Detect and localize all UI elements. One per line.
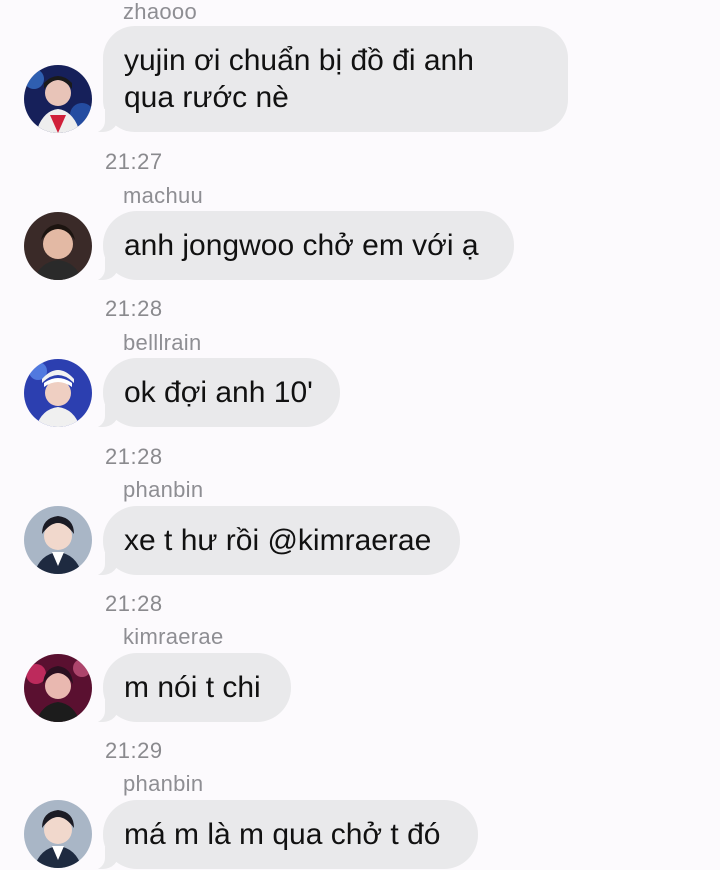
sender-name: phanbin [123,477,204,502]
avatar[interactable] [24,800,92,868]
avatar[interactable] [24,654,92,722]
message-text-line-1: yujin ơi chuẩn bị đồ đi anh [124,44,474,77]
sender-name: belllrain [123,330,202,355]
sender-name: zhaooo [123,0,197,24]
timestamp: 21:28 [105,296,163,321]
timestamp: 21:27 [105,149,163,174]
message-bubble[interactable]: ok đợi anh 10' [91,358,340,428]
message-bubble[interactable]: yujin ơi chuẩn bị đồ đi anh qua rước nè [91,26,568,133]
message-text: anh jongwoo chở em với ạ [124,229,479,262]
message-bubble[interactable]: anh jongwoo chở em với ạ [91,211,514,281]
sender-name: phanbin [123,771,204,796]
message-bubble[interactable]: m nói t chi [91,653,291,723]
timestamp: 21:29 [105,738,163,763]
message-bubble[interactable]: xe t hư rồi @kimraerae [91,506,460,576]
avatar[interactable] [24,506,92,574]
message-text: m nói t chi [124,671,261,704]
message-text: xe t hư rồi @kimraerae [124,524,432,557]
message-text: má m là m qua chở t đó [124,818,441,851]
avatar[interactable] [24,359,92,427]
timestamp: 21:28 [105,444,163,469]
timestamp: 21:28 [105,591,163,616]
avatar[interactable] [24,65,92,133]
avatar[interactable] [24,212,92,280]
sender-name: machuu [123,183,204,208]
sender-name: kimraerae [123,624,224,649]
message-bubble[interactable]: má m là m qua chở t đó [91,800,478,870]
message-text: ok đợi anh 10' [124,376,313,409]
message-text-line-2: qua rước nè [124,81,289,114]
